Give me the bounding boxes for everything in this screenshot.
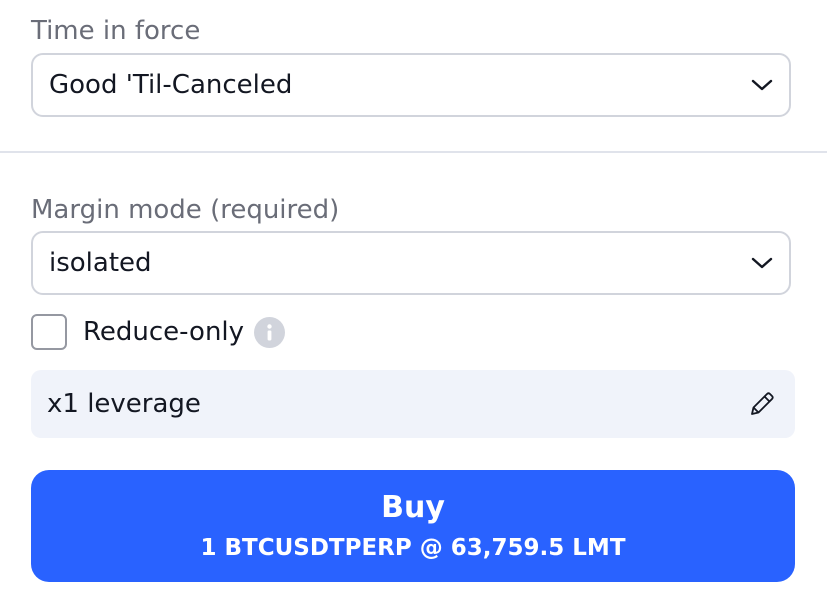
leverage-field[interactable]: x1 leverage (31, 370, 795, 438)
buy-button-subtitle: 1 BTCUSDTPERP @ 63,759.5 LMT (200, 534, 626, 561)
pencil-icon[interactable] (747, 389, 777, 419)
chevron-down-icon (751, 256, 773, 270)
time-in-force-value: Good 'Til-Canceled (49, 70, 293, 100)
margin-mode-select[interactable]: isolated (31, 231, 791, 295)
leverage-value: x1 leverage (47, 389, 201, 419)
margin-mode-value: isolated (49, 248, 152, 278)
reduce-only-checkbox[interactable] (31, 314, 67, 350)
margin-mode-label: Margin mode (required) (31, 195, 340, 225)
reduce-only-row: Reduce-only (31, 314, 286, 350)
chevron-down-icon (751, 78, 773, 92)
buy-button-title: Buy (381, 489, 445, 525)
section-divider (0, 151, 827, 153)
buy-button[interactable]: Buy 1 BTCUSDTPERP @ 63,759.5 LMT (31, 470, 795, 582)
time-in-force-label: Time in force (31, 16, 201, 46)
info-icon[interactable] (254, 316, 286, 348)
time-in-force-select[interactable]: Good 'Til-Canceled (31, 53, 791, 117)
order-panel: Time in force Good 'Til-Canceled Margin … (0, 0, 827, 610)
reduce-only-label[interactable]: Reduce-only (83, 317, 244, 347)
